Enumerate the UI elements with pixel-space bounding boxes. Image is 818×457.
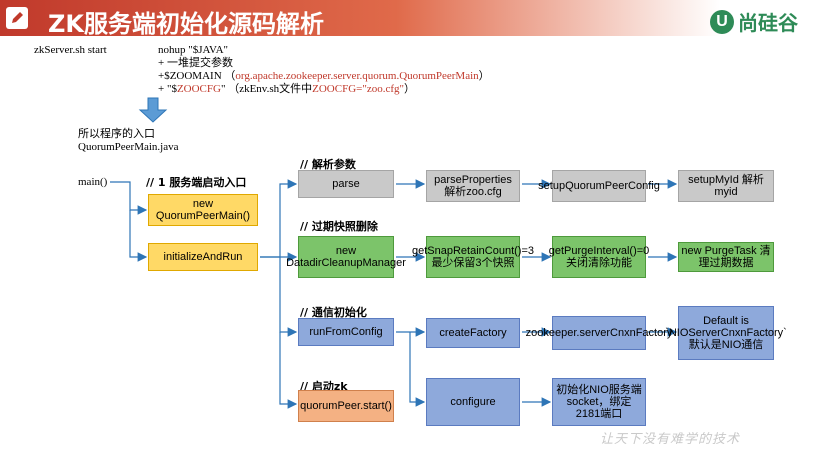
box-parse: parse xyxy=(298,170,394,198)
logo-text: 尚硅谷 xyxy=(738,11,798,35)
brand-logo: U 尚硅谷 xyxy=(710,7,798,36)
box-get-purge-interval: getPurgeInterval()=0关闭清除功能 xyxy=(549,236,649,278)
box-run-from-config: runFromConfig xyxy=(298,318,394,346)
page-title: ZK服务端初始化源码解析 xyxy=(48,10,324,38)
pencil-icon xyxy=(6,7,28,29)
box-quorum-peer-start: quorumPeer.start() xyxy=(298,390,394,422)
command-line-4: + "$ZOOCFG" （zkEnv.sh文件中ZOOCFG="zoo.cfg"… xyxy=(158,83,416,95)
entry-class: QuorumPeerMain.java xyxy=(78,141,179,153)
command-line-2: + 一堆提交参数 xyxy=(158,57,233,69)
watermark: 让天下没有难学的技术 xyxy=(600,432,741,447)
diagram-canvas: zkServer.sh start nohup "$JAVA" + 一堆提交参数… xyxy=(0,40,818,457)
entry-note: 所以程序的入口 xyxy=(78,128,155,140)
box-new-purge-task: new PurgeTask 清理过期数据 xyxy=(678,242,774,272)
header: ZK服务端初始化源码解析 U 尚硅谷 xyxy=(0,0,818,40)
box-setup-my-id: setupMyId 解析myid xyxy=(678,170,774,202)
main-method: main() xyxy=(78,176,108,188)
box-configure: configure xyxy=(426,378,520,426)
label-startup: // 1 服务端启动入口 xyxy=(146,176,247,189)
box-new-quorum-peer-main: new QuorumPeerMain() xyxy=(148,194,258,226)
logo-badge-icon: U xyxy=(710,9,734,34)
box-zookeeper-server-cnxn-factory: zookeeper.serverCnxnFactory xyxy=(526,316,672,350)
box-create-factory: createFactory xyxy=(426,318,520,348)
label-purge: // 过期快照删除 xyxy=(300,220,378,233)
box-initialize-and-run: initializeAndRun xyxy=(148,243,258,271)
command-line-1: nohup "$JAVA" xyxy=(158,44,229,56)
box-nio-init: 初始化NIO服务端socket，绑定2181端口 xyxy=(552,378,646,426)
box-new-datadir-cleanup-manager: new DatadirCleanupManager xyxy=(286,236,406,278)
header-bar: ZK服务端初始化源码解析 xyxy=(0,0,720,38)
command-script: zkServer.sh start xyxy=(34,44,107,56)
box-parse-properties: parseProperties 解析zoo.cfg xyxy=(426,170,520,202)
box-default-nio: Default is `NIOServerCnxnFactory` 默认是NIO… xyxy=(665,306,787,360)
command-line-3: +$ZOOMAIN （org.apache.zookeeper.server.q… xyxy=(158,70,490,82)
box-setup-quorum-peer-config: setupQuorumPeerConfig xyxy=(538,170,660,202)
box-get-snap-retain-count: getSnapRetainCount()=3最少保留3个快照 xyxy=(412,236,534,278)
